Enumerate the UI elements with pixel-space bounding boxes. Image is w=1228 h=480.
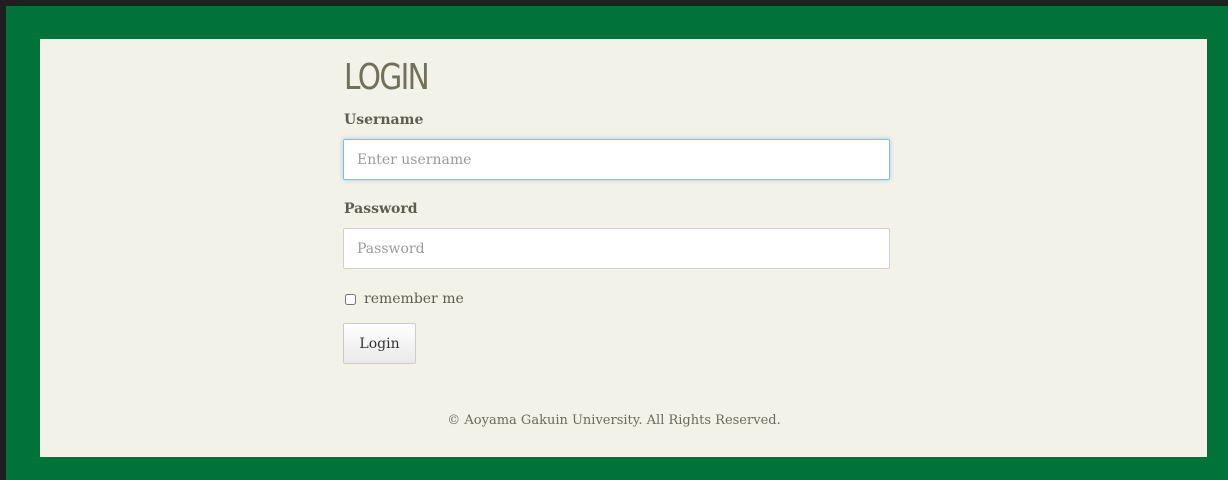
password-label: Password [344,201,418,217]
password-input[interactable] [343,228,890,269]
remember-me-label: remember me [364,291,464,307]
username-label: Username [344,112,424,128]
footer-copyright: © Aoyama Gakuin University. All Rights R… [447,413,781,428]
username-input[interactable] [343,139,890,180]
remember-me-checkbox[interactable] [345,293,356,305]
remember-me-row: remember me [345,289,464,309]
login-button[interactable]: Login [343,323,416,364]
page-title: LOGIN [344,57,430,98]
